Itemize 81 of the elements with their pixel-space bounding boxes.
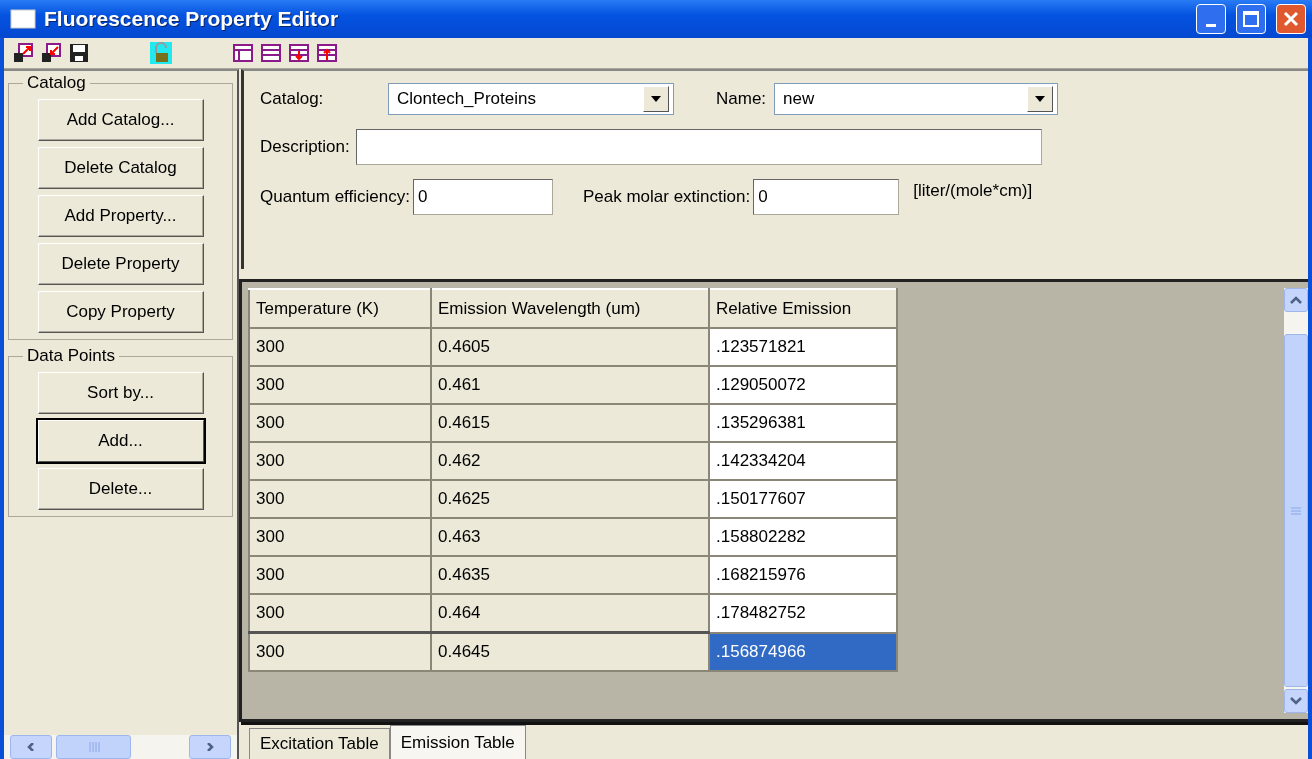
action-button[interactable]: Sort by... [37, 372, 204, 414]
table-cell[interactable]: .135296381 [709, 404, 897, 442]
table-cell: 0.464 [431, 594, 709, 633]
group-title: Data Points [26, 346, 116, 366]
field-label: Description: [260, 137, 350, 157]
action-button[interactable]: Delete Property [37, 243, 204, 285]
table-cell: 0.4605 [431, 328, 709, 366]
close-icon [1282, 10, 1300, 28]
maximize-icon [1242, 10, 1260, 28]
table-cell: 300 [249, 366, 431, 404]
window-arrow-icon[interactable] [12, 42, 34, 64]
table-cell[interactable]: .168215976 [709, 556, 897, 594]
window-icon [10, 9, 36, 29]
triangle-icon [1035, 96, 1046, 102]
quantum-efficiency-field[interactable]: 0 [412, 179, 553, 215]
table-cell[interactable]: .178482752 [709, 594, 897, 633]
padlock-icon[interactable] [150, 42, 172, 64]
table-cell: 300 [249, 442, 431, 480]
caret-icon [1290, 296, 1302, 304]
grip-icon [87, 742, 100, 752]
table-rows-icon[interactable] [260, 42, 282, 64]
save-icon[interactable] [68, 42, 90, 64]
arrow-up-icon[interactable] [316, 42, 338, 64]
maximize-button[interactable] [1236, 4, 1266, 34]
name-dropdown[interactable]: new [774, 83, 1059, 115]
field-label: Catalog: [260, 89, 325, 109]
group-title: Catalog [26, 73, 87, 93]
table-cell: 0.4625 [431, 480, 709, 518]
window-arrow-icon[interactable] [40, 42, 62, 64]
table-cell: 300 [249, 632, 431, 671]
field-label: Quantum efficiency: [260, 187, 410, 207]
tab[interactable]: Excitation Table [249, 728, 390, 759]
tab[interactable]: Emission Table [389, 725, 526, 759]
action-button[interactable]: Add... [37, 420, 204, 462]
caret-icon [204, 743, 216, 751]
triangle-icon [651, 96, 661, 102]
field-label: Name: [716, 89, 767, 109]
table-cell: 300 [249, 556, 431, 594]
minimize-button[interactable] [1196, 4, 1226, 34]
table-cell: 300 [249, 480, 431, 518]
table-layout-icon[interactable] [232, 42, 254, 64]
vertical-scrollbar[interactable] [1284, 288, 1308, 713]
action-button[interactable]: Copy Property [37, 291, 204, 333]
table-cell: 300 [249, 404, 431, 442]
minimize-icon [1206, 23, 1216, 27]
action-button[interactable]: Add Catalog... [37, 99, 204, 141]
table-cell: 300 [249, 328, 431, 366]
window-title: Fluorescence Property Editor [44, 7, 340, 31]
table-cell: 0.463 [431, 518, 709, 556]
table-cell[interactable]: .156874966 [709, 632, 897, 671]
action-button[interactable]: Delete Catalog [37, 147, 204, 189]
close-button[interactable] [1276, 4, 1306, 34]
peak-molar-extinction-field[interactable]: 0 [753, 179, 900, 215]
caret-icon [25, 743, 37, 751]
table-cell[interactable]: .142334204 [709, 442, 897, 480]
arrow-down-icon[interactable] [288, 42, 310, 64]
action-button[interactable]: Add Property... [37, 195, 204, 237]
table-cell: 0.4615 [431, 404, 709, 442]
action-button[interactable]: Delete... [37, 468, 204, 510]
dropdown-button[interactable] [1027, 86, 1054, 112]
table-cell: 300 [249, 518, 431, 556]
caret-icon [1290, 697, 1302, 705]
horizontal-scrollbar[interactable] [4, 735, 237, 759]
column-header[interactable]: Emission Wavelength (um) [431, 289, 709, 328]
table-cell[interactable]: .129050072 [709, 366, 897, 404]
column-header[interactable]: Relative Emission [709, 289, 897, 328]
table-cell[interactable]: .158802282 [709, 518, 897, 556]
description-field[interactable] [355, 129, 1042, 165]
table-cell: 0.4645 [431, 632, 709, 671]
table-cell[interactable]: .123571821 [709, 328, 897, 366]
table-cell: 300 [249, 594, 431, 633]
column-header[interactable]: Temperature (K) [249, 289, 431, 328]
table-cell: 0.461 [431, 366, 709, 404]
grip-icon [1291, 505, 1301, 516]
field-label: Peak molar extinction: [582, 187, 751, 207]
table-cell: 0.462 [431, 442, 709, 480]
catalog-dropdown[interactable]: Clontech_Proteins [388, 83, 674, 115]
dropdown-button[interactable] [643, 86, 669, 112]
table-cell[interactable]: .150177607 [709, 480, 897, 518]
unit-label: [liter/(mole*cm)] [913, 181, 1033, 201]
table-cell: 0.4635 [431, 556, 709, 594]
